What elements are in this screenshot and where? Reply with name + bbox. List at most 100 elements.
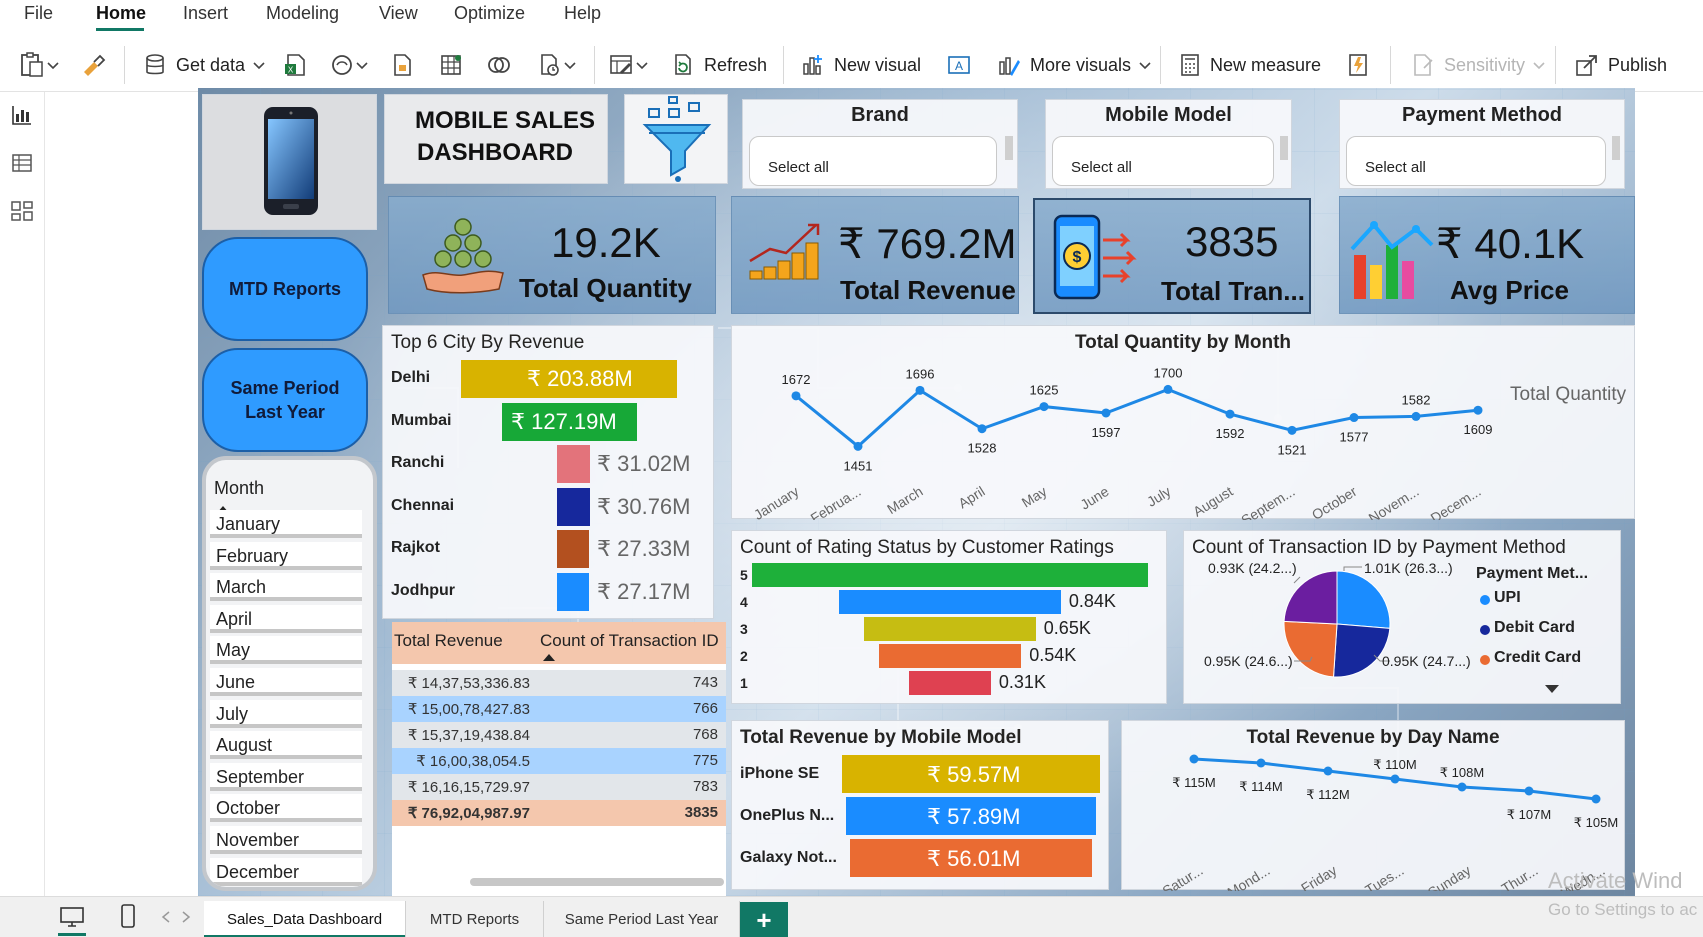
- legend-item[interactable]: Debit Card: [1494, 619, 1575, 637]
- menu-insert[interactable]: Insert: [183, 3, 228, 24]
- table-horizontal-scrollbar[interactable]: [470, 878, 724, 886]
- more-visuals-button[interactable]: More visuals: [996, 50, 1153, 80]
- quantity-point[interactable]: [977, 424, 987, 434]
- month-item-may[interactable]: May: [210, 636, 362, 665]
- desktop-layout-icon[interactable]: [58, 905, 86, 929]
- quantity-point[interactable]: [1473, 405, 1483, 415]
- table-row[interactable]: ₹ 15,00,78,427.83 766: [392, 696, 726, 722]
- quantity-point[interactable]: [791, 391, 801, 401]
- enter-data-button[interactable]: [438, 50, 464, 80]
- page-tab-sales-dashboard[interactable]: Sales_Data Dashboard: [204, 901, 406, 937]
- month-item-december[interactable]: December: [210, 857, 362, 886]
- day-point[interactable]: [1390, 774, 1400, 784]
- model-view-icon[interactable]: [9, 198, 35, 224]
- menu-view[interactable]: View: [379, 3, 418, 24]
- brand-select[interactable]: Select all: [749, 136, 997, 186]
- legend-scroll-down-icon[interactable]: [1544, 684, 1560, 694]
- quantity-point[interactable]: [1101, 408, 1111, 418]
- chevron-left-icon[interactable]: [161, 911, 171, 923]
- month-item-august[interactable]: August: [210, 731, 362, 760]
- month-item-november[interactable]: November: [210, 826, 362, 854]
- quick-measure-button[interactable]: [1346, 50, 1370, 80]
- new-measure-button[interactable]: New measure: [1178, 50, 1321, 80]
- page-tab-mtd-reports[interactable]: MTD Reports: [406, 901, 544, 937]
- day-point[interactable]: [1457, 782, 1467, 792]
- format-painter-button[interactable]: [80, 50, 106, 80]
- rating-bar[interactable]: [752, 563, 1148, 587]
- table-view-icon[interactable]: [9, 150, 35, 176]
- filter-pane-toggle[interactable]: [624, 94, 728, 184]
- table-row[interactable]: ₹ 15,37,19,438.84 768: [392, 722, 726, 748]
- brand-slicer-scrollbar[interactable]: [1005, 136, 1013, 160]
- quantity-point[interactable]: [853, 441, 863, 451]
- day-point[interactable]: [1524, 786, 1534, 796]
- payment-method-select[interactable]: Select all: [1346, 136, 1606, 186]
- city-bar[interactable]: [557, 487, 590, 526]
- day-point[interactable]: [1323, 766, 1333, 776]
- month-item-april[interactable]: April: [210, 604, 362, 633]
- text-box-button[interactable]: A: [946, 50, 972, 80]
- mtd-reports-button[interactable]: MTD Reports: [202, 237, 368, 341]
- city-bar[interactable]: [557, 445, 590, 483]
- pie-slice[interactable]: [1336, 570, 1391, 629]
- rating-bar[interactable]: [839, 590, 1061, 614]
- get-data-button[interactable]: Get data: [142, 50, 267, 80]
- quantity-point[interactable]: [1039, 402, 1049, 412]
- menu-help[interactable]: Help: [564, 3, 601, 24]
- menu-home[interactable]: Home: [96, 3, 146, 24]
- table-row[interactable]: ₹ 16,16,15,729.97 783: [392, 774, 726, 800]
- month-item-july[interactable]: July: [210, 699, 362, 728]
- quantity-point[interactable]: [1225, 409, 1235, 419]
- sql-button[interactable]: [390, 50, 414, 80]
- page-tab-same-period-last-year[interactable]: Same Period Last Year: [544, 901, 740, 937]
- new-visual-button[interactable]: New visual: [800, 50, 921, 80]
- table-header-revenue[interactable]: Total Revenue: [394, 631, 503, 651]
- same-period-last-year-button[interactable]: Same Period Last Year: [202, 348, 368, 452]
- refresh-button[interactable]: Refresh: [670, 50, 767, 80]
- quantity-point[interactable]: [1349, 413, 1359, 423]
- menu-file[interactable]: File: [24, 3, 53, 24]
- paste-button[interactable]: [18, 50, 60, 80]
- dataverse-button[interactable]: [486, 50, 512, 80]
- quantity-point[interactable]: [915, 385, 925, 395]
- add-page-button[interactable]: +: [740, 902, 788, 937]
- rating-bar[interactable]: [909, 671, 991, 695]
- quantity-point[interactable]: [1411, 411, 1421, 421]
- rating-bar[interactable]: [864, 617, 1036, 641]
- table-row[interactable]: ₹ 14,37,53,336.83 743: [392, 670, 726, 696]
- month-item-january[interactable]: January: [210, 510, 362, 538]
- day-point[interactable]: [1189, 754, 1199, 764]
- excel-button[interactable]: X: [282, 50, 308, 80]
- sensitivity-button[interactable]: Sensitivity: [1410, 50, 1547, 80]
- day-point[interactable]: [1591, 794, 1601, 804]
- onelake-button[interactable]: [330, 50, 370, 80]
- city-bar[interactable]: [557, 572, 589, 611]
- quantity-point[interactable]: [1287, 425, 1297, 435]
- mobile-model-select[interactable]: Select all: [1052, 136, 1274, 186]
- month-item-march[interactable]: March: [210, 573, 362, 602]
- table-row[interactable]: ₹ 16,00,38,054.5 775: [392, 748, 726, 774]
- legend-item[interactable]: UPI: [1494, 589, 1521, 607]
- transform-data-button[interactable]: [608, 50, 650, 80]
- recent-sources-button[interactable]: [536, 50, 578, 80]
- city-bar[interactable]: [557, 530, 589, 568]
- chevron-right-icon[interactable]: [181, 911, 191, 923]
- pie-slice[interactable]: [1283, 570, 1338, 625]
- quantity-point[interactable]: [1163, 384, 1173, 394]
- month-item-june[interactable]: June: [210, 668, 362, 696]
- month-item-september[interactable]: September: [210, 762, 362, 791]
- report-view-icon[interactable]: [9, 102, 35, 128]
- legend-item[interactable]: Credit Card: [1494, 649, 1581, 667]
- month-item-october[interactable]: October: [210, 794, 362, 823]
- day-point[interactable]: [1256, 758, 1266, 768]
- pie-slice[interactable]: [1333, 623, 1391, 678]
- menu-optimize[interactable]: Optimize: [454, 3, 525, 24]
- publish-button[interactable]: Publish: [1574, 50, 1667, 80]
- payment-slicer-scrollbar[interactable]: [1612, 136, 1620, 160]
- table-header-transactions[interactable]: Count of Transaction ID: [540, 631, 719, 651]
- month-item-february[interactable]: February: [210, 541, 362, 570]
- rating-bar[interactable]: [878, 644, 1022, 668]
- menu-modeling[interactable]: Modeling: [266, 3, 339, 24]
- mobile-layout-icon[interactable]: [118, 903, 138, 929]
- model-slicer-scrollbar[interactable]: [1280, 136, 1288, 160]
